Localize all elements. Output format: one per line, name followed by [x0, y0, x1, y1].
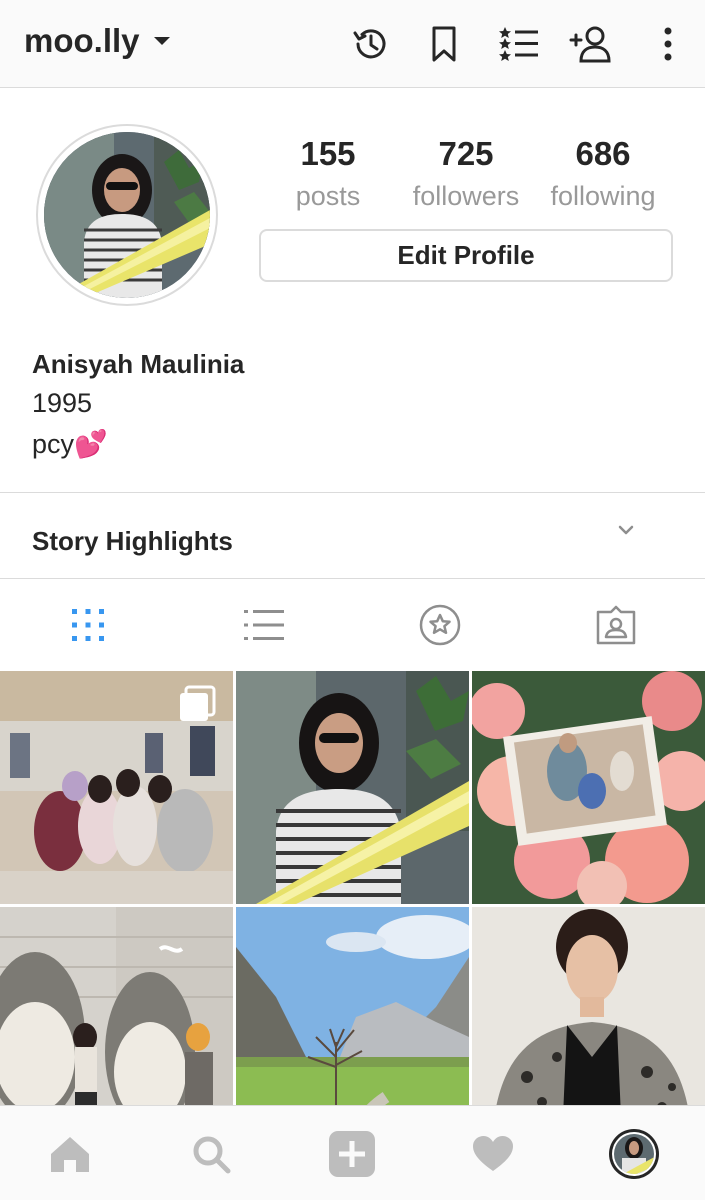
- followers-stat[interactable]: 725 followers: [396, 132, 536, 216]
- discover-people-icon[interactable]: [568, 22, 612, 66]
- posts-stat[interactable]: 155 posts: [258, 132, 398, 216]
- edit-profile-button[interactable]: Edit Profile: [259, 229, 673, 282]
- heart-icon[interactable]: [467, 1128, 519, 1180]
- close-friends-icon[interactable]: [497, 22, 541, 66]
- archive-icon[interactable]: [348, 22, 392, 66]
- followers-label: followers: [412, 181, 520, 211]
- top-bar: moo.lly: [0, 0, 705, 88]
- story-highlights-title: Story Highlights: [32, 526, 233, 556]
- chevron-down-icon: [614, 518, 638, 547]
- tab-saved[interactable]: [414, 599, 466, 651]
- post-thumbnail[interactable]: [0, 907, 233, 1105]
- tab-list-view[interactable]: [238, 599, 290, 651]
- following-label: following: [550, 181, 656, 211]
- posts-label: posts: [295, 181, 361, 211]
- profile-nav-avatar[interactable]: [608, 1128, 660, 1180]
- home-icon[interactable]: [44, 1128, 96, 1180]
- list-icon: [244, 610, 284, 640]
- account-switcher[interactable]: moo.lly: [24, 22, 170, 60]
- bio-line-2: pcy💕: [32, 429, 108, 459]
- post-thumbnail[interactable]: [0, 671, 233, 904]
- tagged-icon: [596, 605, 636, 645]
- profile-avatar[interactable]: [36, 124, 218, 306]
- caret-down-icon: [153, 37, 170, 45]
- profile-name: Anisyah Maulinia: [32, 349, 245, 379]
- new-post-icon[interactable]: [326, 1128, 378, 1180]
- following-count: 686: [575, 135, 631, 172]
- following-stat[interactable]: 686 following: [533, 132, 673, 216]
- story-highlights-toggle[interactable]: Story Highlights: [0, 493, 705, 578]
- post-thumbnail[interactable]: [236, 671, 469, 904]
- tab-tagged[interactable]: [590, 599, 642, 651]
- post-thumbnail[interactable]: [236, 907, 469, 1105]
- post-thumbnail[interactable]: [472, 671, 705, 904]
- followers-count: 725: [438, 135, 494, 172]
- bottom-nav: [0, 1105, 705, 1200]
- profile-tabs: [0, 579, 705, 671]
- bio-line-1: 1995: [32, 388, 93, 418]
- username-label: moo.lly: [24, 22, 140, 59]
- search-icon[interactable]: [185, 1128, 237, 1180]
- grid-icon: [72, 609, 104, 641]
- profile-photo: [44, 132, 210, 298]
- post-thumbnail[interactable]: [472, 907, 705, 1105]
- posts-grid: [0, 671, 705, 1105]
- bookmark-icon[interactable]: [422, 22, 466, 66]
- tab-grid-view[interactable]: [62, 599, 114, 651]
- more-options-icon[interactable]: [646, 22, 690, 66]
- star-icon: [419, 604, 461, 646]
- posts-count: 155: [300, 135, 356, 172]
